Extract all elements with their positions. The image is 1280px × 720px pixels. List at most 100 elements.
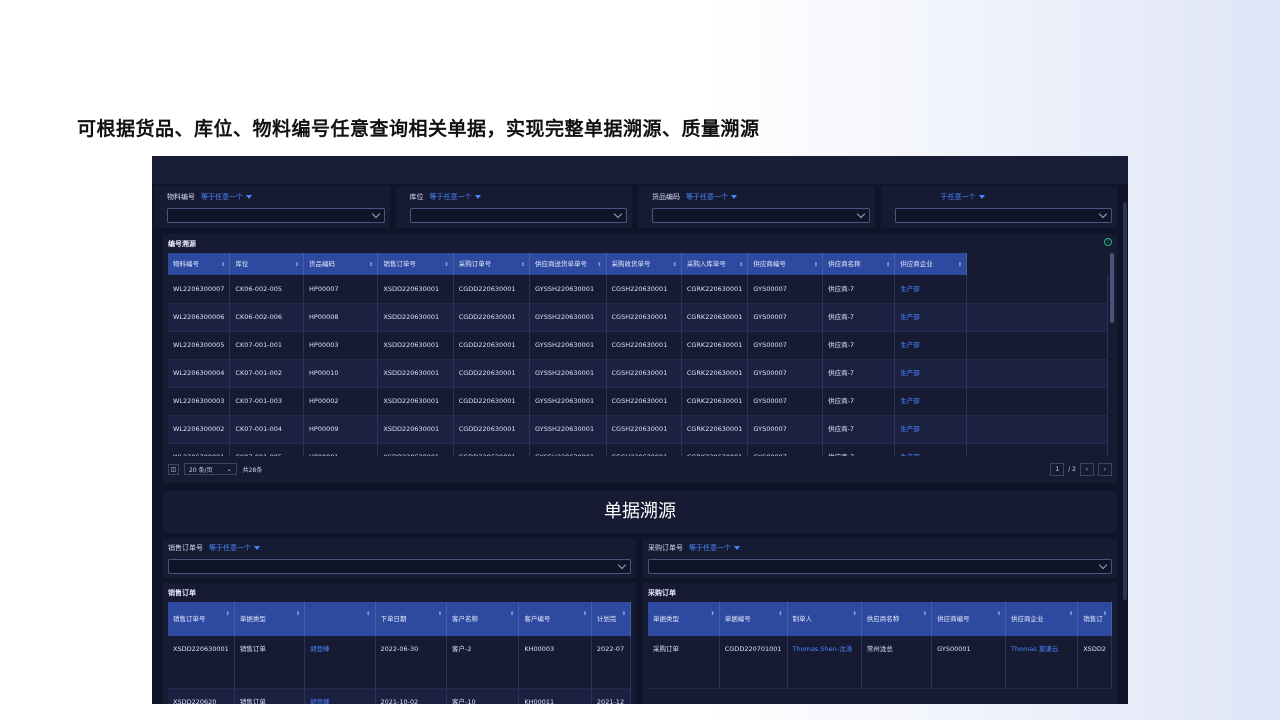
filter-operator[interactable]: 等于任意一个: [686, 192, 737, 202]
sort-icon[interactable]: ⇕: [521, 261, 525, 270]
filter-operator[interactable]: 等于任意一个: [430, 192, 481, 202]
column-header[interactable]: 采购入库单号 ⇕: [681, 253, 749, 275]
column-header[interactable]: 制单人 ⇕: [787, 602, 862, 636]
table-cell[interactable]: 生产部: [894, 387, 968, 416]
filter-select[interactable]: [168, 559, 631, 574]
column-header[interactable]: 供应商名称 ⇕: [822, 253, 896, 275]
column-header[interactable]: 物料编号 ⇕: [168, 253, 231, 275]
column-header[interactable]: ⇕: [304, 602, 376, 636]
table-cell[interactable]: 生产部: [894, 443, 968, 456]
column-header[interactable]: 库位 ⇕: [229, 253, 305, 275]
sort-icon[interactable]: ⇕: [583, 610, 587, 619]
column-header[interactable]: 客户编号 ⇕: [518, 602, 592, 636]
table-row[interactable]: WL2206300001CK07-001-005HP00001XSDD22063…: [168, 443, 1108, 456]
sort-icon[interactable]: ⇕: [711, 610, 715, 619]
filter-operator[interactable]: 等于任意一个: [689, 543, 740, 553]
next-page-button[interactable]: ›: [1098, 462, 1112, 476]
table-cell[interactable]: 生产部: [894, 359, 968, 388]
column-header-label: 采购订单号: [458, 259, 492, 268]
column-header[interactable]: 销售订 ⇕: [1077, 602, 1112, 636]
table-scrollbar[interactable]: [1110, 253, 1114, 323]
table-cell[interactable]: 生产部: [894, 275, 968, 304]
table-cell[interactable]: 胡登峰: [304, 636, 376, 689]
column-header[interactable]: 下单日期 ⇕: [375, 602, 448, 636]
sort-icon[interactable]: ⇕: [1069, 610, 1073, 619]
column-header[interactable]: 供应商编号 ⇕: [931, 602, 1007, 636]
sort-icon[interactable]: ⇕: [296, 610, 300, 619]
column-header[interactable]: 单据类型 ⇕: [648, 602, 720, 636]
column-header[interactable]: 销售订单号 ⇕: [377, 253, 454, 275]
prev-page-button[interactable]: ‹: [1080, 462, 1094, 476]
column-header[interactable]: 单据编号 ⇕: [719, 602, 788, 636]
table-row[interactable]: WL2206300005 CK07-001-001 HP00003 XSDD22063…: [168, 331, 1108, 360]
sort-icon[interactable]: ⇕: [673, 261, 677, 270]
table-cell: CGDD220630001: [453, 359, 531, 388]
table-cell: HP00002: [303, 387, 379, 416]
table-header-row: 销售订单号 ⇕ 单据类型 ⇕ ⇕ 下单日期 ⇕ 客户名称 ⇕ 客户编号 ⇕ 计划完 ⇕: [168, 602, 631, 636]
table-cell: 供应商-7: [822, 359, 896, 388]
column-header[interactable]: 供应商企业 ⇕: [1005, 602, 1079, 636]
table-cell: CK06-002-005: [229, 275, 305, 304]
table-cell[interactable]: 生产部: [894, 331, 968, 360]
page-size-select[interactable]: 20 条/页 ⌄: [184, 463, 237, 475]
column-header[interactable]: 采购收货单号 ⇕: [606, 253, 682, 275]
table-cell[interactable]: Thomas 莫谦云: [1005, 636, 1079, 689]
table-row[interactable]: XSDD220620 销售订单 胡登峰 2021-10-02 客户-10 KH00011 2…: [168, 688, 631, 704]
sort-icon[interactable]: ⇕: [597, 261, 601, 270]
table-row[interactable]: WL2206300002 CK07-001-004 HP00009 XSDD22063…: [168, 415, 1108, 444]
sort-icon[interactable]: ⇕: [295, 261, 299, 270]
sort-icon[interactable]: ⇕: [853, 610, 857, 619]
sort-icon[interactable]: ⇕: [221, 261, 225, 270]
table-row[interactable]: WL2206300007 CK06-002-005 HP00007 XSDD22063…: [168, 275, 1108, 304]
filter-select[interactable]: [409, 208, 627, 223]
table-row[interactable]: WL2206300006 CK06-002-006 HP00008 XSDD22063…: [168, 303, 1108, 332]
sort-icon[interactable]: ⇕: [510, 610, 514, 619]
sort-icon[interactable]: ⇕: [366, 610, 370, 619]
sort-icon[interactable]: ⇕: [997, 610, 1001, 619]
column-header[interactable]: 客户名称 ⇕: [446, 602, 520, 636]
filter-operator[interactable]: 于任意一个: [941, 192, 985, 202]
table-row[interactable]: WL2206300004 CK07-001-002 HP00010 XSDD22063…: [168, 359, 1108, 388]
table-row[interactable]: WL2206300003 CK07-001-003 HP00002 XSDD22063…: [168, 387, 1108, 416]
sort-icon[interactable]: ⇕: [445, 261, 449, 270]
column-header[interactable]: 单据类型 ⇕: [234, 602, 306, 636]
filter-select[interactable]: [652, 208, 870, 223]
sort-icon[interactable]: ⇕: [1103, 610, 1107, 619]
column-header-label: 销售订单号: [173, 614, 206, 623]
page-input[interactable]: 1: [1050, 462, 1065, 476]
table-cell[interactable]: 生产部: [894, 303, 968, 332]
filter-select[interactable]: [894, 208, 1112, 223]
column-header[interactable]: 供应商企业 ⇕: [894, 253, 968, 275]
table-cell: XSDD220620: [168, 688, 235, 704]
column-settings-icon[interactable]: ◫: [168, 463, 179, 475]
column-header[interactable]: 计划完 ⇕: [591, 602, 631, 636]
page-scrollbar[interactable]: [1123, 202, 1127, 600]
column-header[interactable]: 采购订单号 ⇕: [453, 253, 531, 275]
table-row[interactable]: XSDD220630001 销售订单 胡登峰 2022-06-30 客户-2 KH0000…: [168, 636, 631, 689]
column-header[interactable]: 供应商送货单单号 ⇕: [529, 253, 607, 275]
filter-operator[interactable]: 等于任意一个: [209, 543, 260, 553]
sort-icon[interactable]: ⇕: [369, 261, 373, 270]
table-row[interactable]: 采购订单 CGDD220701001 Thomas.Shen-沈涛 常州泷总 GYS00…: [648, 636, 1112, 689]
table-cell[interactable]: 生产部: [894, 415, 968, 444]
table-cell[interactable]: 胡登峰: [304, 688, 376, 704]
table-cell[interactable]: Thomas.Shen-沈涛: [787, 636, 862, 689]
filter-select[interactable]: [648, 559, 1112, 574]
column-header[interactable]: 供应商编号 ⇕: [747, 253, 824, 275]
filter-operator[interactable]: 等于任意一个: [201, 192, 252, 202]
column-header[interactable]: 货品编码 ⇕: [303, 253, 379, 275]
sort-icon[interactable]: ⇕: [226, 610, 230, 619]
filter-select[interactable]: [167, 208, 385, 223]
sort-icon[interactable]: ⇕: [622, 610, 626, 619]
info-icon[interactable]: i: [1104, 238, 1112, 246]
sort-icon[interactable]: ⇕: [438, 610, 442, 619]
column-header[interactable]: 供应商名称 ⇕: [861, 602, 933, 636]
column-header[interactable]: 销售订单号 ⇕: [168, 602, 235, 636]
chevron-down-icon: [617, 560, 627, 570]
sort-icon[interactable]: ⇕: [739, 261, 743, 270]
sort-icon[interactable]: ⇕: [886, 261, 890, 270]
sort-icon[interactable]: ⇕: [814, 261, 818, 270]
sort-icon[interactable]: ⇕: [923, 610, 927, 619]
sort-icon[interactable]: ⇕: [778, 610, 782, 619]
sort-icon[interactable]: ⇕: [958, 261, 962, 270]
